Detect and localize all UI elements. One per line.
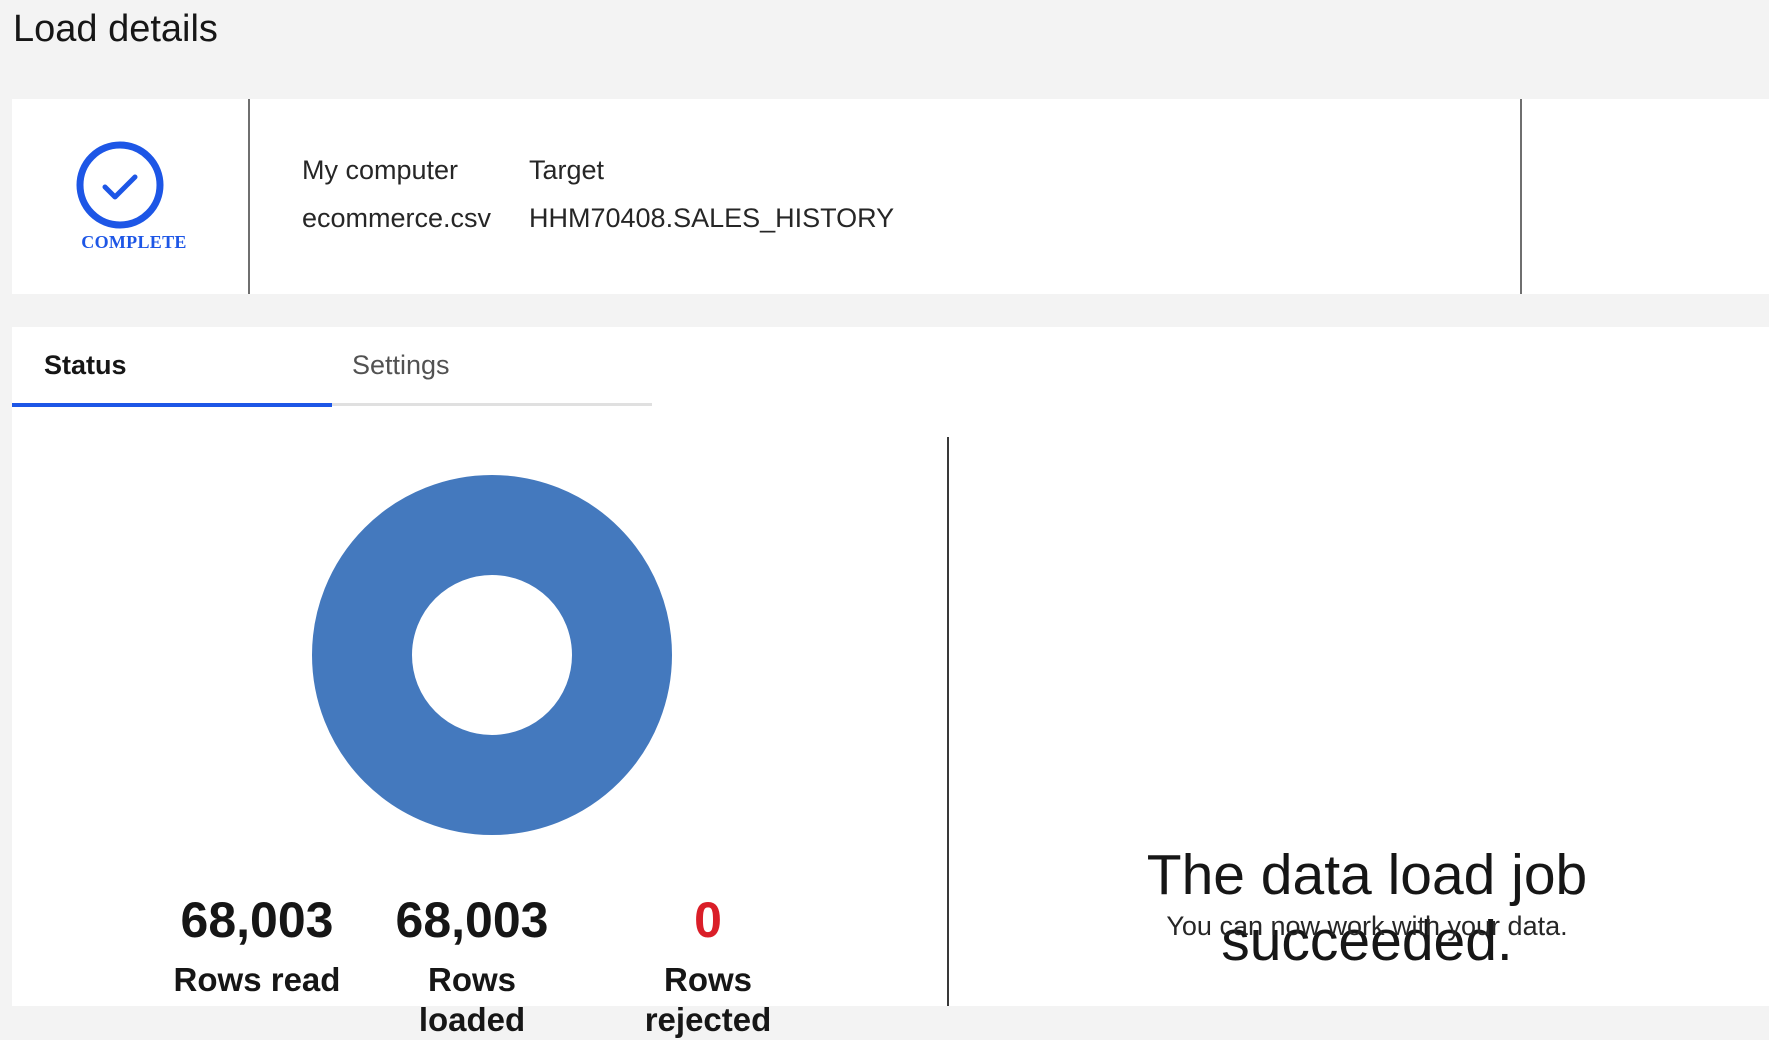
status-badge: COMPLETE xyxy=(81,232,187,252)
rows-read-label: Rows read xyxy=(173,961,341,998)
rows-donut-chart xyxy=(312,475,672,835)
success-subtitle: You can now work with your data. xyxy=(1166,911,1568,941)
metric-rows-read: 68,003 Rows read xyxy=(172,892,342,1000)
tab-settings-label: Settings xyxy=(352,350,450,380)
rows-loaded-value: 68,003 xyxy=(395,892,549,948)
rows-rejected-label: Rows rejected xyxy=(644,961,772,1038)
rows-rejected-value: 0 xyxy=(694,892,722,948)
target-label: Target xyxy=(529,155,605,185)
tab-settings[interactable]: Settings xyxy=(332,327,652,406)
success-title: The data load job succeeded. xyxy=(1146,843,1588,973)
metric-rows-rejected: 0 Rows rejected xyxy=(598,892,818,1040)
status-cell: COMPLETE xyxy=(12,99,250,294)
rows-read-value: 68,003 xyxy=(180,892,334,948)
target-info: Target HHM70408.SALES_HISTORY xyxy=(529,155,894,233)
rows-loaded-label: Rows loaded xyxy=(418,961,526,1038)
donut-slice-rows-loaded xyxy=(312,475,672,835)
panel-divider xyxy=(947,437,949,1006)
source-label: My computer xyxy=(302,155,459,185)
source-file: ecommerce.csv xyxy=(302,203,492,233)
divider xyxy=(1520,99,1522,294)
check-circle-icon xyxy=(76,141,164,229)
target-table: HHM70408.SALES_HISTORY xyxy=(529,203,895,233)
tab-status-label: Status xyxy=(44,350,127,380)
metric-rows-loaded: 68,003 Rows loaded xyxy=(372,892,572,1040)
source-info: My computer ecommerce.csv xyxy=(302,155,491,233)
tab-strip: Status Settings xyxy=(12,327,655,407)
page-title: Load details xyxy=(13,8,218,50)
tab-status[interactable]: Status xyxy=(12,327,332,407)
load-summary-card: COMPLETE My computer ecommerce.csv Targe… xyxy=(12,99,1769,294)
load-detail-card: Status Settings 68,003 Rows read 68,003 … xyxy=(12,327,1769,1038)
